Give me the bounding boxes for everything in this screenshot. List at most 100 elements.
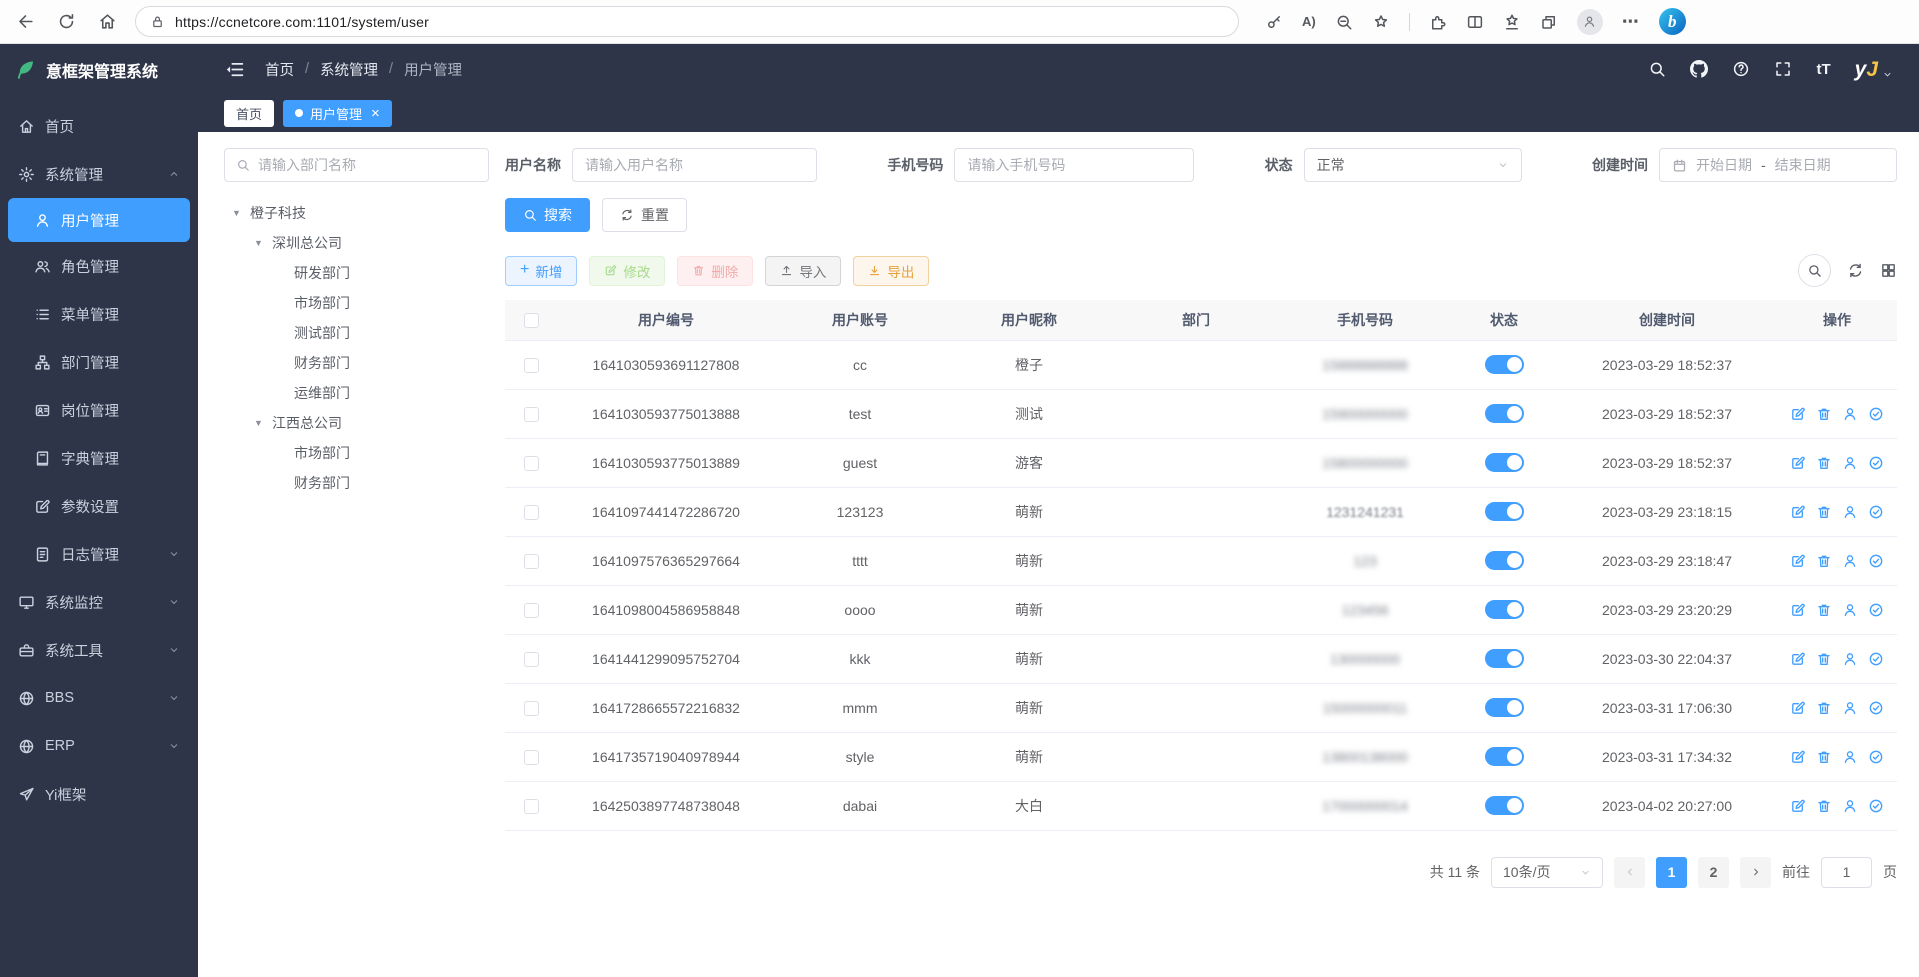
breadcrumb-home[interactable]: 首页 [265,59,294,80]
status-select[interactable]: 正常 [1304,148,1522,182]
date-range-picker[interactable]: 开始日期 - 结束日期 [1659,148,1897,182]
page-button-2[interactable]: 2 [1698,857,1729,888]
search-button[interactable]: 搜索 [505,198,590,232]
refresh-table-button[interactable] [1847,262,1864,279]
tab-home[interactable]: 首页 [224,100,274,127]
delete-row-icon[interactable] [1816,700,1832,716]
sidebar-item-bbs[interactable]: BBS [0,674,198,722]
reset-password-icon[interactable] [1842,504,1858,520]
sidebar-item-post-mgmt[interactable]: 岗位管理 [0,386,198,434]
delete-row-icon[interactable] [1816,651,1832,667]
table-row[interactable]: 1642503897748738048dabai大白17000000014202… [505,781,1897,830]
reset-password-icon[interactable] [1842,700,1858,716]
browser-home-icon[interactable] [98,12,117,31]
assign-role-icon[interactable] [1868,700,1884,716]
reset-password-icon[interactable] [1842,553,1858,569]
row-checkbox[interactable] [524,603,539,618]
table-row[interactable]: 1641735719040978944style萌新13800138000202… [505,732,1897,781]
favorite-add-icon[interactable] [1372,13,1390,31]
sidebar-item-home[interactable]: 首页 [0,102,198,150]
sidebar-item-dept-mgmt[interactable]: 部门管理 [0,338,198,386]
assign-role-icon[interactable] [1868,455,1884,471]
row-checkbox[interactable] [524,799,539,814]
font-size-icon[interactable]: tT [1816,61,1830,78]
status-toggle[interactable] [1485,453,1524,472]
address-bar[interactable]: https://ccnetcore.com:1101/system/user [135,6,1239,37]
sidebar-item-menu-mgmt[interactable]: 菜单管理 [0,290,198,338]
edit-row-icon[interactable] [1790,798,1806,814]
extensions-icon[interactable] [1429,13,1447,31]
tree-node[interactable]: ▼市场部门 [224,438,489,468]
assign-role-icon[interactable] [1868,651,1884,667]
back-icon[interactable] [16,12,35,31]
row-checkbox[interactable] [524,652,539,667]
collapse-menu-icon[interactable] [224,59,245,80]
tree-node[interactable]: ▼市场部门 [224,288,489,318]
tree-node[interactable]: ▼江西总公司 [224,408,489,438]
sidebar-item-erp[interactable]: ERP [0,722,198,770]
delete-row-icon[interactable] [1816,455,1832,471]
delete-button[interactable]: 删除 [677,256,753,286]
help-icon[interactable] [1732,60,1750,78]
table-row[interactable]: 1641030593775013888test测试159000000002023… [505,389,1897,438]
table-row[interactable]: 1641097441472286720123123萌新1231241231202… [505,487,1897,536]
favorites-icon[interactable] [1503,13,1521,31]
edit-row-icon[interactable] [1790,504,1806,520]
edit-row-icon[interactable] [1790,700,1806,716]
assign-role-icon[interactable] [1868,504,1884,520]
profile-icon[interactable] [1577,9,1603,35]
reset-password-icon[interactable] [1842,455,1858,471]
delete-row-icon[interactable] [1816,602,1832,618]
status-toggle[interactable] [1485,600,1524,619]
table-row[interactable]: 1641728665572216832mmm萌新150000000112023-… [505,683,1897,732]
edit-row-icon[interactable] [1790,651,1806,667]
row-checkbox[interactable] [524,750,539,765]
edit-row-icon[interactable] [1790,602,1806,618]
tree-node[interactable]: ▼财务部门 [224,468,489,498]
sidebar-item-yi-framework[interactable]: Yi框架 [0,770,198,818]
dept-search-input[interactable] [258,157,477,173]
bing-icon[interactable]: b [1659,8,1686,35]
page-size-select[interactable]: 10条/页 [1491,857,1603,888]
assign-role-icon[interactable] [1868,749,1884,765]
sidebar-item-user-mgmt[interactable]: 用户管理 [8,198,190,242]
close-tab-icon[interactable]: × [371,106,380,121]
row-checkbox[interactable] [524,358,539,373]
add-button[interactable]: +新增 [505,256,577,286]
table-row[interactable]: 1641098004586958848oooo萌新1234562023-03-2… [505,585,1897,634]
tree-node[interactable]: ▼测试部门 [224,318,489,348]
edit-button[interactable]: 修改 [589,256,665,286]
row-checkbox[interactable] [524,554,539,569]
status-toggle[interactable] [1485,649,1524,668]
delete-row-icon[interactable] [1816,553,1832,569]
edit-row-icon[interactable] [1790,553,1806,569]
export-button[interactable]: 导出 [853,256,929,286]
fullscreen-icon[interactable] [1774,60,1792,78]
row-checkbox[interactable] [524,456,539,471]
key-icon[interactable] [1265,13,1283,31]
tree-node[interactable]: ▼研发部门 [224,258,489,288]
sidebar-item-system-mgmt[interactable]: 系统管理 [0,150,198,198]
sidebar-item-system-tools[interactable]: 系统工具 [0,626,198,674]
tab-user-mgmt[interactable]: 用户管理 × [283,100,392,127]
username-input[interactable] [585,157,804,173]
sidebar-item-role-mgmt[interactable]: 角色管理 [0,242,198,290]
delete-row-icon[interactable] [1816,406,1832,422]
collections-icon[interactable] [1540,13,1558,31]
user-avatar[interactable]: yJ [1855,59,1893,80]
reset-password-icon[interactable] [1842,749,1858,765]
github-icon[interactable] [1690,60,1708,78]
table-row[interactable]: 1641441299095752704kkk萌新1300000002023-03… [505,634,1897,683]
status-toggle[interactable] [1485,698,1524,717]
select-all-checkbox[interactable] [524,313,539,328]
status-toggle[interactable] [1485,747,1524,766]
phone-input[interactable] [967,157,1181,173]
row-checkbox[interactable] [524,505,539,520]
reload-icon[interactable] [57,12,76,31]
tree-node[interactable]: ▼深圳总公司 [224,228,489,258]
more-icon[interactable]: ⋯ [1622,12,1640,32]
delete-row-icon[interactable] [1816,504,1832,520]
edit-row-icon[interactable] [1790,406,1806,422]
assign-role-icon[interactable] [1868,406,1884,422]
edit-row-icon[interactable] [1790,455,1806,471]
